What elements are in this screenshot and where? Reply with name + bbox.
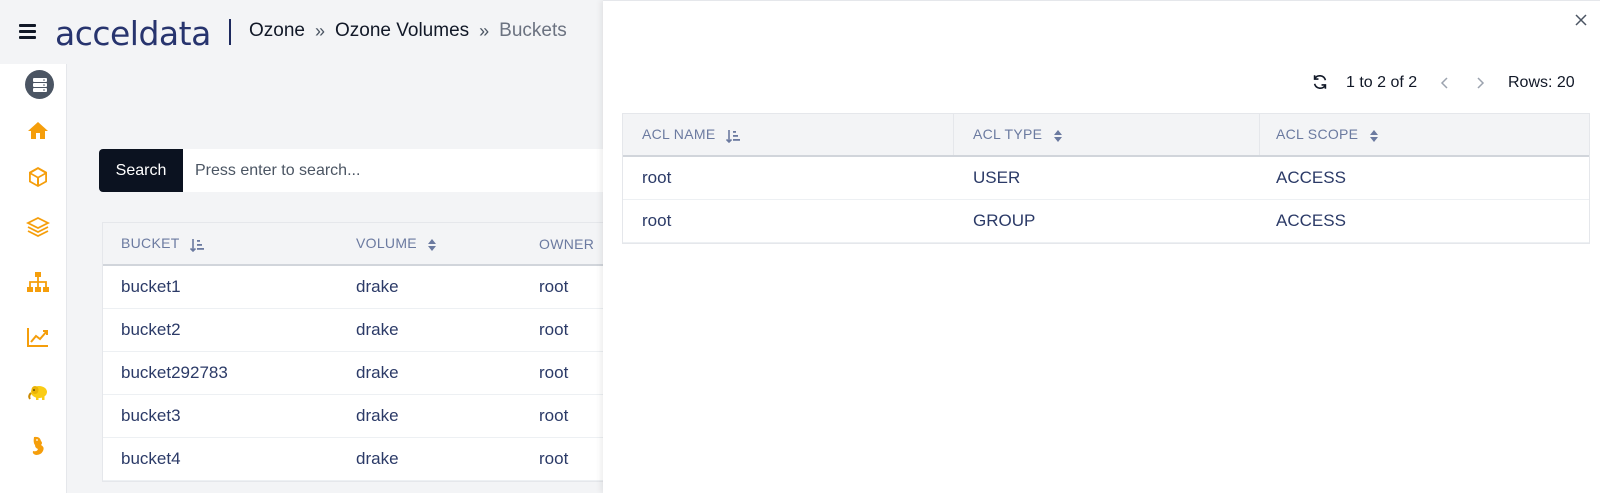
table-row[interactable]: bucket3 drake root <box>103 395 603 438</box>
bucket-cell: bucket2 <box>121 320 181 339</box>
search-bar: Search <box>99 149 623 192</box>
sort-icon[interactable] <box>1053 129 1063 143</box>
search-button[interactable]: Search <box>99 149 183 192</box>
column-header-bucket[interactable]: BUCKET <box>121 235 204 252</box>
acl-scope-cell: ACCESS <box>1276 211 1346 230</box>
breadcrumb: Ozone » Ozone Volumes » Buckets <box>249 20 567 42</box>
owner-cell: root <box>539 363 569 382</box>
acl-table: ACL NAME ACL TYPE ACL SCOPE root USER AC… <box>622 113 1590 244</box>
table-row[interactable]: bucket1 drake root <box>103 266 603 309</box>
chart-line-icon[interactable] <box>24 323 52 351</box>
column-divider <box>1259 114 1260 155</box>
table-row[interactable]: root GROUP ACCESS <box>623 200 1589 243</box>
breadcrumb-ozone[interactable]: Ozone <box>249 20 305 42</box>
table-header: BUCKET VOLUME OWNER <box>103 223 603 266</box>
bucket-cell: bucket3 <box>121 406 181 425</box>
owner-cell: root <box>539 406 569 425</box>
column-header-acl-type[interactable]: ACL TYPE <box>973 126 1063 142</box>
app-header: acceldata Ozone » Ozone Volumes » Bucket… <box>0 0 603 64</box>
volume-cell: drake <box>356 320 399 339</box>
header-divider <box>229 19 231 45</box>
sort-ascending-icon[interactable] <box>189 238 204 252</box>
chevron-left-icon[interactable] <box>1439 76 1451 90</box>
column-header-acl-scope[interactable]: ACL SCOPE <box>1276 126 1379 142</box>
breadcrumb-ozone-volumes[interactable]: Ozone Volumes <box>335 20 469 42</box>
column-header-volume[interactable]: VOLUME <box>356 235 437 251</box>
volume-cell: drake <box>356 363 399 382</box>
sidebar <box>0 64 67 493</box>
acl-type-cell: GROUP <box>973 211 1036 230</box>
column-header-acl-name[interactable]: ACL NAME <box>642 126 740 143</box>
menu-icon[interactable] <box>19 24 36 39</box>
table-row[interactable]: bucket2 drake root <box>103 309 603 352</box>
owner-cell: root <box>539 320 569 339</box>
cube-icon[interactable] <box>24 163 52 191</box>
acl-type-cell: USER <box>973 168 1021 187</box>
hive-icon[interactable] <box>24 432 52 460</box>
bucket-cell: bucket4 <box>121 449 181 468</box>
table-row[interactable]: root USER ACCESS <box>623 157 1589 200</box>
volume-cell: drake <box>356 449 399 468</box>
table-row[interactable]: bucket4 drake root <box>103 438 603 481</box>
volume-cell: drake <box>356 406 399 425</box>
acl-scope-cell: ACCESS <box>1276 168 1346 187</box>
breadcrumb-buckets: Buckets <box>499 20 567 41</box>
bucket-cell: bucket1 <box>121 277 181 296</box>
column-header-owner[interactable]: OWNER <box>539 236 594 252</box>
owner-cell: root <box>539 449 569 468</box>
table-row[interactable]: bucket292783 drake root <box>103 352 603 395</box>
sort-icon[interactable] <box>427 238 437 252</box>
refresh-icon[interactable] <box>1311 73 1329 91</box>
bucket-cell: bucket292783 <box>121 363 228 382</box>
servers-icon[interactable] <box>25 70 54 99</box>
hadoop-elephant-icon[interactable] <box>24 378 52 406</box>
bucket-table: BUCKET VOLUME OWNER bucket1 drake root b… <box>102 222 604 482</box>
chevron-right-icon[interactable] <box>1474 76 1486 90</box>
home-icon[interactable] <box>24 117 52 145</box>
sort-icon[interactable] <box>1369 129 1379 143</box>
layers-icon[interactable] <box>24 213 52 241</box>
rows-per-page[interactable]: Rows: 20 <box>1508 74 1575 92</box>
table-header: ACL NAME ACL TYPE ACL SCOPE <box>623 114 1589 157</box>
volume-cell: drake <box>356 277 399 296</box>
pagination-summary: 1 to 2 of 2 <box>1346 74 1418 91</box>
breadcrumb-separator: » <box>479 20 490 41</box>
search-input[interactable] <box>183 149 623 192</box>
acl-name-cell: root <box>642 211 672 230</box>
close-icon[interactable] <box>1573 12 1589 28</box>
breadcrumb-separator: » <box>314 20 325 41</box>
sitemap-icon[interactable] <box>24 268 52 296</box>
column-divider <box>953 114 954 155</box>
owner-cell: root <box>539 277 569 296</box>
acl-name-cell: root <box>642 168 672 187</box>
brand-logo[interactable]: acceldata <box>55 14 211 53</box>
acl-drawer: 1 to 2 of 2 Rows: 20 ACL NAME ACL TYPE A… <box>603 0 1600 493</box>
sort-ascending-icon[interactable] <box>725 129 740 143</box>
